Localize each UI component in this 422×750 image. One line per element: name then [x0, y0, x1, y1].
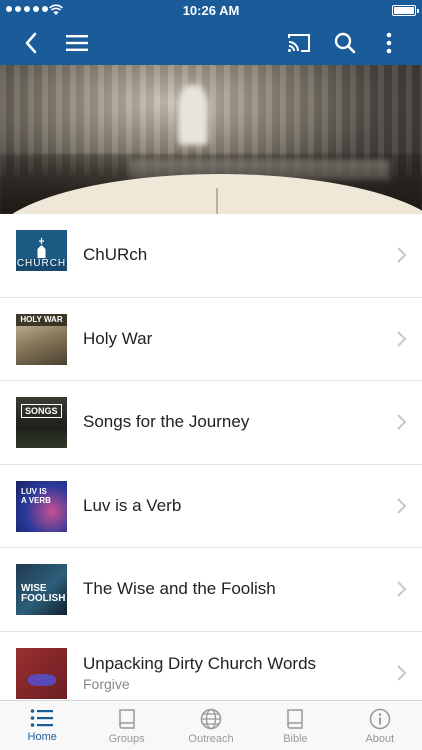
- search-icon: [334, 32, 356, 54]
- tab-label: Bible: [283, 733, 308, 745]
- list-item[interactable]: CHURCH ChURch: [0, 214, 422, 298]
- globe-icon: [200, 708, 222, 730]
- chevron-right-icon: [397, 331, 407, 347]
- list-item-subtitle: Forgive: [83, 675, 130, 692]
- list-item[interactable]: WISE FOOLISH The Wise and the Foolish: [0, 548, 422, 632]
- list-item-title: The Wise and the Foolish: [83, 579, 276, 599]
- chevron-right-icon: [397, 581, 407, 597]
- menu-button[interactable]: [62, 28, 92, 58]
- series-thumbnail: LUV IS A VERB: [16, 480, 67, 532]
- series-thumbnail: WISE FOOLISH: [16, 564, 67, 615]
- back-button[interactable]: [16, 28, 46, 58]
- tab-groups[interactable]: Groups: [84, 701, 168, 750]
- cast-button[interactable]: [284, 28, 314, 58]
- bible-icon: [287, 709, 304, 729]
- sermon-series-list: CHURCH ChURch HOLY WAR Holy War SONGS So…: [0, 214, 422, 700]
- list-item-title: Luv is a Verb: [83, 495, 182, 515]
- tab-outreach[interactable]: Outreach: [169, 701, 253, 750]
- more-options-button[interactable]: [374, 28, 404, 58]
- more-vertical-icon: [386, 32, 392, 54]
- search-button[interactable]: [330, 28, 360, 58]
- hero-banner-image: [0, 65, 422, 214]
- list-item[interactable]: Unpacking Dirty Church Words Forgive: [0, 632, 422, 701]
- chevron-left-icon: [25, 32, 37, 54]
- list-item[interactable]: SONGS Songs for the Journey: [0, 381, 422, 465]
- series-thumbnail: CHURCH: [16, 230, 67, 281]
- list-item-title: ChURch: [83, 245, 148, 265]
- series-thumbnail: [16, 647, 67, 699]
- cast-icon: [288, 34, 310, 52]
- series-thumbnail: HOLY WAR: [16, 313, 67, 365]
- tab-label: About: [365, 733, 395, 745]
- info-icon: [369, 708, 391, 730]
- hamburger-menu-icon: [66, 35, 88, 51]
- status-bar: 10:26 AM: [0, 0, 422, 22]
- list-item[interactable]: HOLY WAR Holy War: [0, 298, 422, 381]
- tab-label: Home: [27, 731, 57, 743]
- chevron-right-icon: [397, 247, 407, 263]
- list-item-title: Holy War: [83, 328, 153, 348]
- status-time: 10:26 AM: [182, 3, 240, 18]
- tab-bible[interactable]: Bible: [253, 701, 337, 750]
- church-steeple-icon: [37, 238, 46, 258]
- list-item[interactable]: LUV IS A VERB Luv is a Verb: [0, 465, 422, 548]
- tab-home[interactable]: Home: [0, 701, 84, 750]
- list-item-title: Unpacking Dirty Church Words: [83, 653, 317, 673]
- list-item-title: Songs for the Journey: [83, 412, 250, 432]
- tab-label: Groups: [108, 733, 145, 745]
- tab-about[interactable]: About: [338, 701, 422, 750]
- chevron-right-icon: [397, 665, 407, 681]
- chevron-right-icon: [397, 498, 407, 514]
- tab-bar: Home Groups Outreach Bible About: [0, 700, 422, 750]
- tab-label: Outreach: [188, 733, 234, 745]
- battery-icon: [392, 5, 419, 16]
- chevron-right-icon: [397, 414, 407, 430]
- navigation-bar: [0, 22, 422, 65]
- book-icon: [118, 709, 135, 729]
- series-thumbnail: SONGS: [16, 397, 67, 448]
- list-icon: [30, 709, 54, 727]
